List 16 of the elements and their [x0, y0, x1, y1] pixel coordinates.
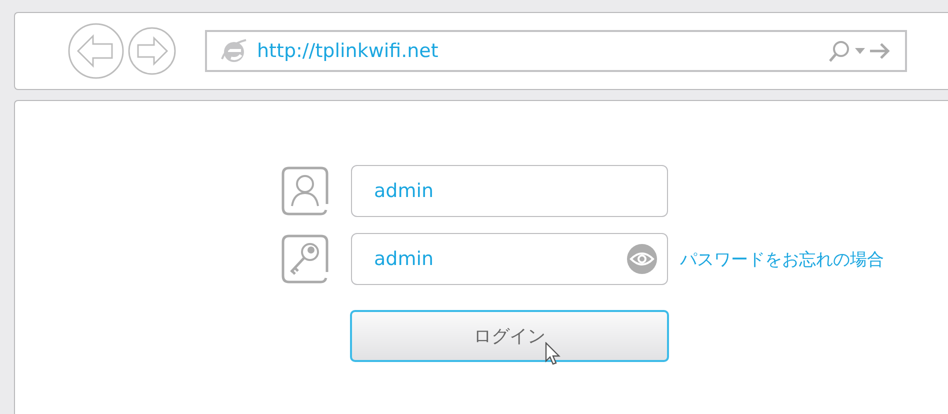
user-icon: [281, 166, 329, 216]
browser-logo-icon: [219, 37, 249, 65]
mouse-pointer-icon: [545, 342, 561, 366]
search-icon[interactable]: [827, 39, 851, 63]
login-button[interactable]: ログイン: [350, 310, 669, 362]
back-icon[interactable]: [68, 23, 124, 79]
go-arrow-icon[interactable]: [869, 42, 891, 60]
username-field[interactable]: admin: [351, 165, 668, 217]
eye-icon[interactable]: [626, 243, 658, 275]
forgot-password-link[interactable]: パスワードをお忘れの場合: [680, 248, 884, 270]
password-field[interactable]: admin: [351, 233, 668, 285]
address-bar[interactable]: http://tplinkwifi.net: [205, 30, 907, 72]
dropdown-caret-icon[interactable]: [855, 48, 865, 54]
forward-icon[interactable]: [128, 27, 176, 75]
key-icon: [281, 234, 329, 284]
url-text: http://tplinkwifi.net: [257, 40, 440, 62]
